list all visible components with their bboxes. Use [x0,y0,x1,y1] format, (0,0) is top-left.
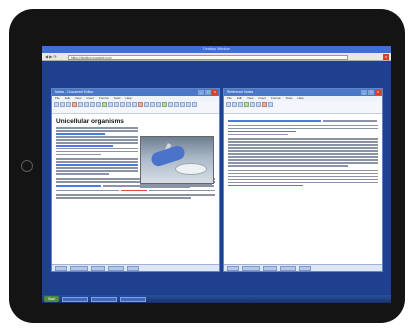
home-button[interactable] [21,160,33,172]
left-document-body[interactable]: Unicellular organisms [52,114,219,258]
left-document-window: Notes - Document Editor _ □ x File Edit … [51,88,220,272]
tablet-frame: Desktop Window ◀ ▶ ⟳ https://desktop.exa… [9,9,405,323]
image-icon[interactable] [150,102,155,107]
color-icon[interactable] [180,102,185,107]
paste-icon[interactable] [84,102,89,107]
link-icon[interactable] [156,102,161,107]
right-paragraph-1 [228,119,378,136]
new-icon[interactable] [54,102,59,107]
nav-arrows-icon[interactable]: ◀ ▶ ⟳ [45,54,57,60]
highlight-icon[interactable] [138,102,143,107]
menu-view[interactable]: View [75,96,81,101]
right-paragraph-3 [228,169,378,187]
taskbar: Start [42,295,391,303]
address-input[interactable]: https://desktop.example.com [68,54,348,60]
menu-edit[interactable]: Edit [65,96,70,101]
right-status-bar [224,264,382,271]
right-window-title: Reference Notes [227,90,254,94]
right-toolbar [224,101,382,114]
forward-icon[interactable] [232,102,237,107]
host-window-title: Desktop Window [42,46,391,53]
search-icon[interactable] [250,102,255,107]
menu-format[interactable]: Format [271,96,281,101]
bookmark-icon[interactable] [244,102,249,107]
back-icon[interactable] [226,102,231,107]
lab-photo [140,136,214,184]
cut-icon[interactable] [72,102,77,107]
save-icon[interactable] [66,102,71,107]
menu-help[interactable]: Help [126,96,132,101]
host-address-bar: ◀ ▶ ⟳ https://desktop.example.com x [42,53,391,61]
font-icon[interactable] [174,102,179,107]
undo-icon[interactable] [90,102,95,107]
menu-insert[interactable]: Insert [86,96,94,101]
paragraph-2 [56,158,138,175]
copy-icon[interactable] [78,102,83,107]
tablet-screen: Desktop Window ◀ ▶ ⟳ https://desktop.exa… [42,46,391,303]
stop-icon[interactable] [262,102,267,107]
redo-icon[interactable] [96,102,101,107]
left-toolbar [52,101,219,114]
open-icon[interactable] [60,102,65,107]
minimize-button[interactable]: _ [361,89,367,95]
menu-file[interactable]: File [55,96,60,101]
bold-icon[interactable] [102,102,107,107]
host-close-button[interactable]: x [383,54,389,60]
right-window-titlebar[interactable]: Reference Notes _ □ x [224,89,382,96]
print-icon[interactable] [256,102,261,107]
menu-view[interactable]: View [247,96,253,101]
taskbar-item[interactable] [120,296,147,302]
minimize-button[interactable]: _ [198,89,204,95]
right-document-body[interactable] [224,114,382,258]
align-center-icon[interactable] [126,102,131,107]
menu-help[interactable]: Help [298,96,304,101]
left-status-bar [52,264,219,271]
menu-insert[interactable]: Insert [258,96,266,101]
photo-caption [140,183,212,189]
left-window-title: Notes - Document Editor [55,90,94,94]
left-window-titlebar[interactable]: Notes - Document Editor _ □ x [52,89,219,96]
underline-icon[interactable] [114,102,119,107]
print-icon[interactable] [192,102,197,107]
start-button[interactable]: Start [44,296,60,302]
right-document-window: Reference Notes _ □ x File Edit View Ins… [223,88,383,272]
zoom-icon[interactable] [168,102,173,107]
menu-tools[interactable]: Tools [114,96,121,101]
maximize-button[interactable]: □ [368,89,374,95]
right-paragraph-2 [228,138,378,167]
refresh-icon[interactable] [268,102,273,107]
close-button[interactable]: x [375,89,381,95]
spell-icon[interactable] [186,102,191,107]
taskbar-item[interactable] [91,296,118,302]
align-left-icon[interactable] [120,102,125,107]
taskbar-item[interactable] [62,296,89,302]
document-heading: Unicellular organisms [56,118,124,125]
paragraph-1 [56,127,138,156]
menu-file[interactable]: File [227,96,232,101]
home-icon[interactable] [238,102,243,107]
close-button[interactable]: x [212,89,218,95]
menu-format[interactable]: Format [99,96,109,101]
maximize-button[interactable]: □ [205,89,211,95]
list-icon[interactable] [144,102,149,107]
table-icon[interactable] [162,102,167,107]
menu-tools[interactable]: Tools [286,96,293,101]
italic-icon[interactable] [108,102,113,107]
align-right-icon[interactable] [132,102,137,107]
menu-edit[interactable]: Edit [237,96,242,101]
